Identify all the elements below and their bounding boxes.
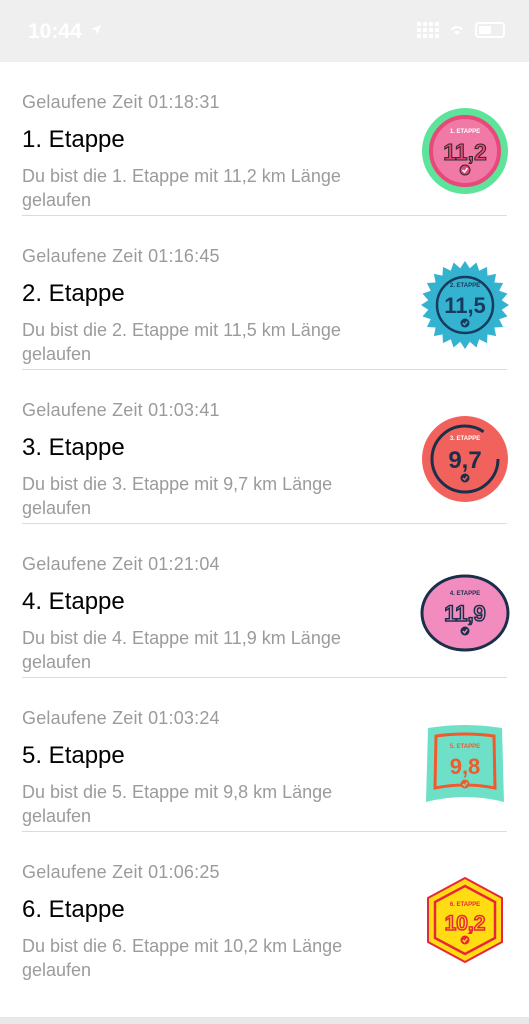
stage-description: Du bist die 1. Etappe mit 11,2 km Länge … (22, 166, 341, 210)
stage-description: Du bist die 3. Etappe mit 9,7 km Länge g… (22, 474, 333, 518)
status-icons (417, 22, 505, 38)
stage-badge-5: 5. ETAPPE 9,8 (420, 722, 510, 812)
stage-badge-2: 2. ETAPPE 11,5 (420, 260, 510, 350)
stage-row-6[interactable]: Gelaufene Zeit 01:06:25 6. Etappe Du bis… (0, 832, 529, 986)
badge-label: 6. ETAPPE (450, 902, 480, 908)
badge-label: 1. ETAPPE (450, 129, 480, 135)
stage-title: 1. Etappe (22, 126, 125, 153)
stage-badge-4: 4. ETAPPE 11,9 (420, 568, 510, 658)
stage-badge-1: 1. ETAPPE 11,2 (420, 106, 510, 196)
stage-time: Gelaufene Zeit 01:06:25 (22, 862, 220, 882)
stage-description: Du bist die 5. Etappe mit 9,8 km Länge g… (22, 782, 333, 826)
badge-km: 11,5 (444, 293, 486, 318)
badge-km: 9,7 (448, 447, 481, 474)
stage-description: Du bist die 2. Etappe mit 11,5 km Länge … (22, 320, 341, 364)
stage-time: Gelaufene Zeit 01:21:04 (22, 554, 220, 574)
badge-km: 9,8 (450, 754, 481, 779)
stage-description: Du bist die 4. Etappe mit 11,9 km Länge … (22, 628, 341, 672)
badge-label: 5. ETAPPE (450, 744, 480, 750)
stages-list: Gelaufene Zeit 01:18:31 1. Etappe Du bis… (0, 62, 529, 1017)
stage-title: 5. Etappe (22, 742, 125, 769)
stage-row-3[interactable]: Gelaufene Zeit 01:03:41 3. Etappe Du bis… (0, 370, 529, 524)
badge-km: 11,9 (444, 601, 486, 626)
stage-time: Gelaufene Zeit 01:18:31 (22, 92, 220, 112)
stage-title: 6. Etappe (22, 896, 125, 923)
stage-title: 4. Etappe (22, 588, 125, 615)
badge-label: 3. ETAPPE (450, 436, 480, 442)
stage-row-4[interactable]: Gelaufene Zeit 01:21:04 4. Etappe Du bis… (0, 524, 529, 678)
bottom-bar (0, 1017, 529, 1024)
badge-km: 10,2 (445, 912, 486, 935)
location-arrow-icon (91, 25, 101, 35)
battery-icon (475, 22, 505, 38)
stage-badge-6: 6. ETAPPE 10,2 (420, 876, 510, 966)
badge-label: 4. ETAPPE (450, 591, 480, 597)
stage-time: Gelaufene Zeit 01:03:24 (22, 708, 220, 728)
stage-description: Du bist die 6. Etappe mit 10,2 km Länge … (22, 936, 343, 980)
wifi-icon (450, 26, 464, 35)
badge-label: 2. ETAPPE (450, 283, 480, 289)
stage-title: 2. Etappe (22, 280, 125, 307)
stage-row-5[interactable]: Gelaufene Zeit 01:03:24 5. Etappe Du bis… (0, 678, 529, 832)
signal-icon (417, 22, 439, 38)
stage-time: Gelaufene Zeit 01:16:45 (22, 246, 220, 266)
stage-badge-3: 3. ETAPPE 9,7 (420, 414, 510, 504)
stage-row-2[interactable]: Gelaufene Zeit 01:16:45 2. Etappe Du bis… (0, 216, 529, 370)
stage-row-1[interactable]: Gelaufene Zeit 01:18:31 1. Etappe Du bis… (0, 62, 529, 216)
badge-km: 11,2 (443, 139, 487, 165)
stage-title: 3. Etappe (22, 434, 125, 461)
stage-time: Gelaufene Zeit 01:03:41 (22, 400, 220, 420)
status-time: 10:44 (28, 20, 82, 43)
status-bar: 10:44 (0, 0, 529, 62)
